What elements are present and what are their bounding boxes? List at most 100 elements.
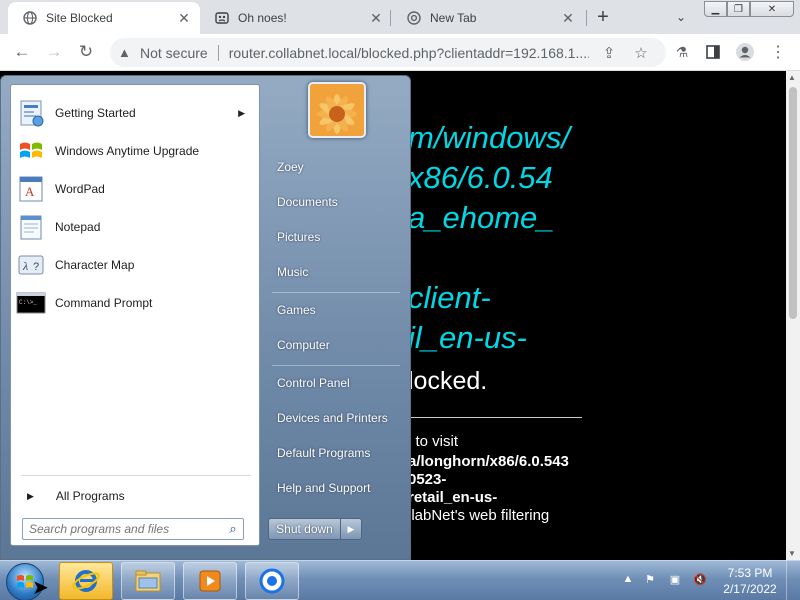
clock-date: 2/17/2022 (723, 582, 777, 596)
security-label[interactable]: Not secure (140, 45, 208, 61)
start-right-documents[interactable]: Documents (266, 187, 404, 217)
start-right-control-panel[interactable]: Control Panel (266, 368, 404, 398)
volume-muted-icon[interactable]: 🔇 (692, 571, 708, 587)
start-right-default-programs[interactable]: Default Programs (266, 438, 404, 468)
chevron-down-icon[interactable]: ⌄ (672, 8, 690, 26)
program-label: WordPad (55, 182, 105, 196)
minimize-button[interactable]: ▁ (704, 1, 727, 17)
tab-title: New Tab (430, 11, 477, 25)
address-bar[interactable]: ▲ Not secure router.collabnet.local/bloc… (110, 38, 666, 67)
close-tab-icon[interactable]: ✕ (368, 10, 384, 26)
restore-button[interactable]: ❐ (727, 1, 750, 17)
blocked-message-line: retail_en-us- (408, 489, 498, 506)
blocked-message-line: a/longhorn/x86/6.0.543 (408, 453, 569, 470)
shutdown-options-arrow-icon[interactable]: ▶ (341, 519, 361, 539)
program-wordpad[interactable]: A WordPad (13, 171, 257, 207)
shutdown-button-group: Shut down ▶ (268, 518, 362, 540)
taskbar-windows-explorer[interactable] (121, 562, 175, 600)
chrome-icon (259, 568, 285, 594)
tray-expand-arrow-icon[interactable]: ▲ (620, 571, 636, 587)
blocked-url-line: client- (408, 280, 491, 315)
blocked-message-line: l to visit (408, 433, 459, 450)
play-arrow-icon: ▶ (27, 490, 34, 501)
taskbar-clock[interactable]: 7:53 PM 2/17/2022 (718, 565, 782, 597)
start-right-computer[interactable]: Computer (266, 330, 404, 360)
labs-flask-icon[interactable]: ⚗ (671, 41, 693, 63)
share-icon[interactable]: ⇪ (599, 43, 619, 63)
all-programs-label: All Programs (55, 489, 125, 503)
tab-site-blocked[interactable]: Site Blocked ✕ (8, 2, 200, 34)
start-right-separator (272, 292, 400, 293)
new-tab-button[interactable]: + (592, 6, 614, 28)
chrome-icon (406, 10, 422, 26)
taskbar-internet-explorer[interactable] (59, 562, 113, 600)
start-right-pictures[interactable]: Pictures (266, 222, 404, 252)
forward-arrow-icon[interactable]: → (43, 41, 65, 63)
start-right-help-support[interactable]: Help and Support (266, 473, 404, 503)
close-window-button[interactable]: ✕ (750, 1, 794, 17)
svg-text:?: ? (33, 261, 39, 273)
program-windows-anytime-upgrade[interactable]: Windows Anytime Upgrade (13, 133, 257, 169)
tab-divider (390, 10, 391, 26)
start-right-music[interactable]: Music (266, 257, 404, 287)
program-label: Character Map (55, 258, 135, 272)
program-label: Command Prompt (55, 296, 153, 310)
close-tab-icon[interactable]: ✕ (560, 10, 576, 26)
command-prompt-icon: C:\>_ (15, 287, 47, 319)
windows-flag-icon (15, 135, 47, 167)
taskbar-chrome[interactable] (245, 562, 299, 600)
clock-time: 7:53 PM (727, 566, 773, 580)
url-text[interactable]: router.collabnet.local/blocked.php?clien… (229, 45, 589, 61)
tab-oh-noes[interactable]: Oh noes! ✕ (200, 2, 392, 34)
start-search-box[interactable]: ⌕ (22, 518, 244, 540)
tab-divider (586, 10, 587, 26)
browser-toolbar: ← → ↻ ▲ Not secure router.collabnet.loca… (0, 34, 800, 71)
tab-title: Site Blocked (46, 11, 113, 25)
character-map-icon: λ? (15, 249, 47, 281)
network-icon[interactable]: ▣ (667, 571, 683, 587)
side-panel-icon[interactable] (702, 41, 724, 63)
warning-triangle-icon[interactable]: ▲ (118, 45, 134, 60)
program-label: Getting Started (55, 106, 136, 120)
start-menu-programs-pane: Getting Started ▶ Windows Anytime Upgrad… (10, 84, 260, 546)
start-right-devices-printers[interactable]: Devices and Printers (266, 403, 404, 433)
windows-explorer-icon (135, 570, 161, 592)
globe-icon (22, 10, 38, 26)
scrollbar-thumb[interactable] (789, 87, 797, 319)
reload-icon[interactable]: ↻ (75, 41, 97, 63)
getting-started-icon (15, 97, 47, 129)
start-right-separator (272, 365, 400, 366)
kebab-menu-icon[interactable]: ⋮ (767, 41, 789, 63)
mouse-cursor-icon: ➤ (32, 577, 49, 599)
program-getting-started[interactable]: Getting Started ▶ (13, 95, 257, 131)
program-character-map[interactable]: λ? Character Map (13, 247, 257, 283)
tab-new-tab[interactable]: New Tab ✕ (392, 2, 584, 34)
submenu-arrow-icon: ▶ (238, 107, 245, 118)
all-programs-button[interactable]: ▶ All Programs (21, 483, 251, 509)
program-command-prompt[interactable]: C:\>_ Command Prompt (13, 285, 257, 321)
back-arrow-icon[interactable]: ← (11, 41, 33, 63)
start-menu: Getting Started ▶ Windows Anytime Upgrad… (0, 75, 411, 560)
action-center-flag-icon[interactable]: ⚑ (642, 571, 658, 587)
profile-avatar-icon[interactable] (734, 41, 756, 63)
start-search-input[interactable] (23, 520, 223, 538)
svg-text:A: A (25, 184, 35, 199)
show-desktop-button[interactable] (786, 560, 800, 600)
search-icon[interactable]: ⌕ (223, 521, 243, 537)
scroll-down-icon[interactable]: ▼ (788, 549, 796, 558)
start-right-games[interactable]: Games (266, 295, 404, 325)
page-scrollbar[interactable]: ▲ ▼ (786, 71, 800, 560)
scroll-up-icon[interactable]: ▲ (788, 73, 796, 82)
bookmark-star-icon[interactable]: ☆ (631, 43, 651, 63)
svg-text:C:\>_: C:\>_ (19, 299, 37, 306)
taskbar-media-player[interactable] (183, 562, 237, 600)
program-notepad[interactable]: Notepad (13, 209, 257, 245)
close-tab-icon[interactable]: ✕ (176, 10, 192, 26)
blocked-message-line: llabNet's web filtering (408, 507, 550, 524)
shutdown-button[interactable]: Shut down (269, 519, 341, 539)
user-picture[interactable] (308, 82, 366, 138)
browser-tab-strip: Site Blocked ✕ Oh noes! ✕ New Tab ✕ + ⌄ … (0, 0, 800, 34)
blocked-url-line: a_ehome_ (408, 200, 555, 235)
internet-explorer-icon (72, 570, 100, 592)
start-right-user[interactable]: Zoey (266, 152, 404, 182)
